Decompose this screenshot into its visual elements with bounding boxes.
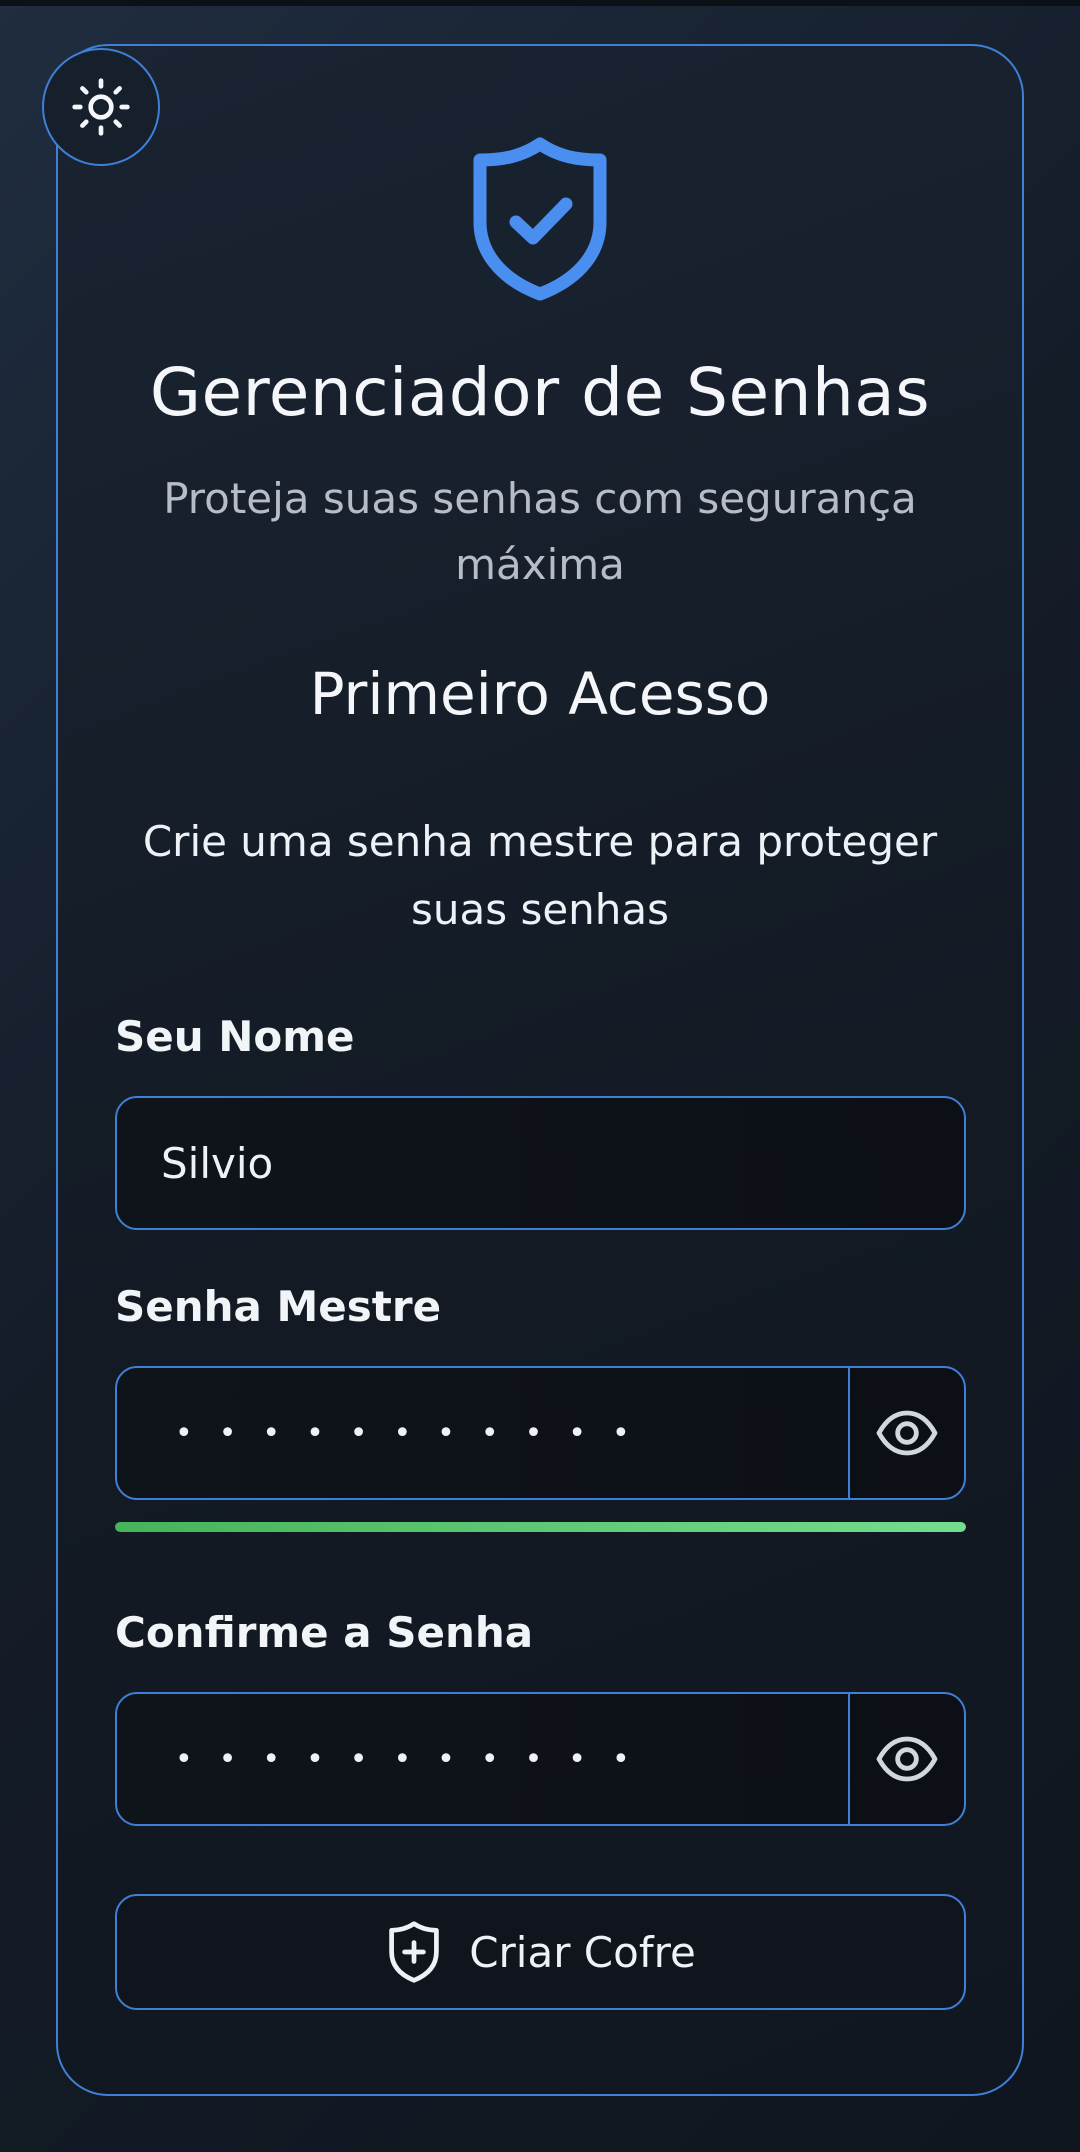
eye-icon (876, 1410, 938, 1456)
master-password-label: Senha Mestre (115, 1282, 442, 1331)
form-heading: Primeiro Acesso (309, 660, 771, 728)
eye-icon (876, 1736, 938, 1782)
name-field-value: Silvio (161, 1138, 274, 1188)
create-vault-label: Criar Cofre (469, 1927, 696, 1977)
form-instructions: Crie uma senha mestre para proteger suas… (142, 817, 938, 934)
shield-check-icon (473, 137, 607, 301)
master-password-value: ••••••••••• (175, 1415, 656, 1451)
toggle-confirm-password-visibility-button[interactable] (848, 1694, 964, 1824)
app-title: Gerenciador de Senhas (149, 354, 931, 431)
shield-plus-icon (389, 1921, 439, 1983)
top-status-strip (0, 0, 1080, 6)
master-password-field[interactable]: ••••••••••• (115, 1366, 966, 1500)
name-label: Seu Nome (115, 1012, 355, 1061)
sun-icon (72, 78, 130, 136)
toggle-master-password-visibility-button[interactable] (848, 1368, 964, 1498)
password-strength-fill (115, 1522, 966, 1532)
theme-toggle-button[interactable] (42, 48, 160, 166)
confirm-password-label: Confirme a Senha (115, 1608, 534, 1657)
confirm-password-value: ••••••••••• (175, 1741, 656, 1777)
password-strength-bar (115, 1522, 966, 1532)
confirm-password-field[interactable]: ••••••••••• (115, 1692, 966, 1826)
name-field[interactable]: Silvio (115, 1096, 966, 1230)
create-vault-button[interactable]: Criar Cofre (115, 1894, 966, 2010)
app-subtitle: Proteja suas senhas com segurança máxima (163, 474, 917, 589)
